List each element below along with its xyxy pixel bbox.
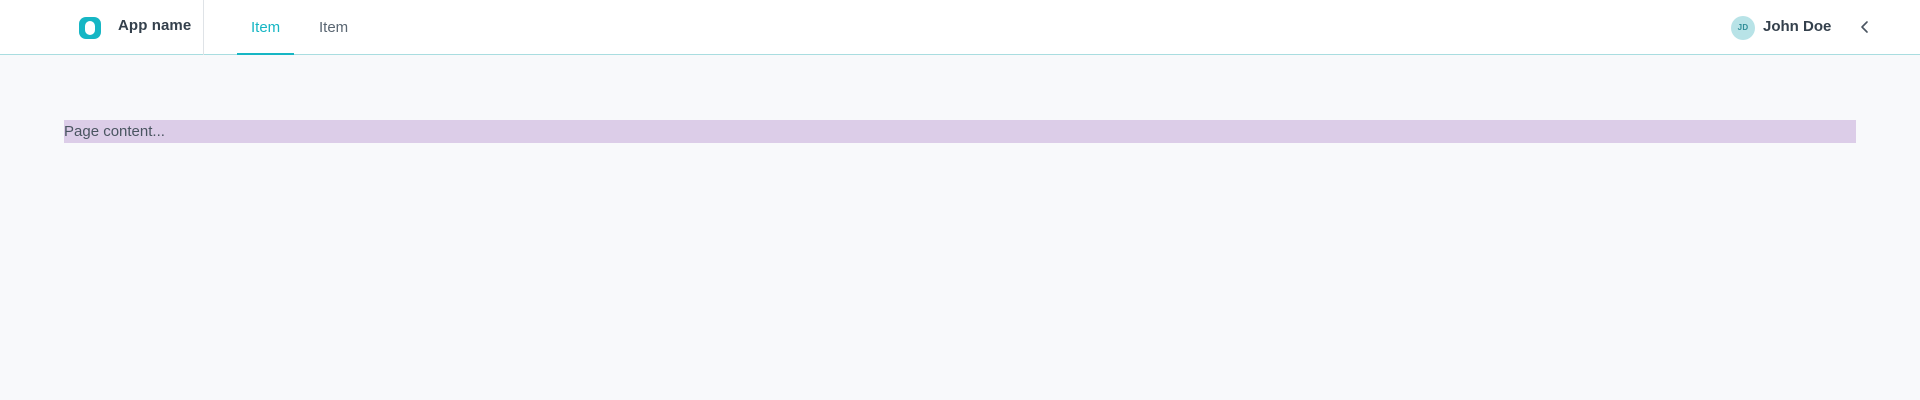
chevron-left-icon[interactable] bbox=[1857, 19, 1873, 35]
avatar[interactable]: JD bbox=[1731, 16, 1755, 40]
nav-item-1[interactable]: Item bbox=[237, 0, 295, 55]
user-menu[interactable]: JD John Doe bbox=[1620, 0, 1920, 55]
header-divider bbox=[203, 0, 204, 55]
app-name[interactable]: App name bbox=[118, 17, 191, 34]
nav-item-2[interactable]: Item bbox=[305, 0, 362, 55]
app-logo-icon[interactable] bbox=[78, 16, 102, 40]
user-name[interactable]: John Doe bbox=[1763, 18, 1831, 35]
page-content-placeholder: Page content... bbox=[64, 120, 1856, 143]
top-navigation-bar: App name Item Item JD John Doe bbox=[0, 0, 1920, 55]
